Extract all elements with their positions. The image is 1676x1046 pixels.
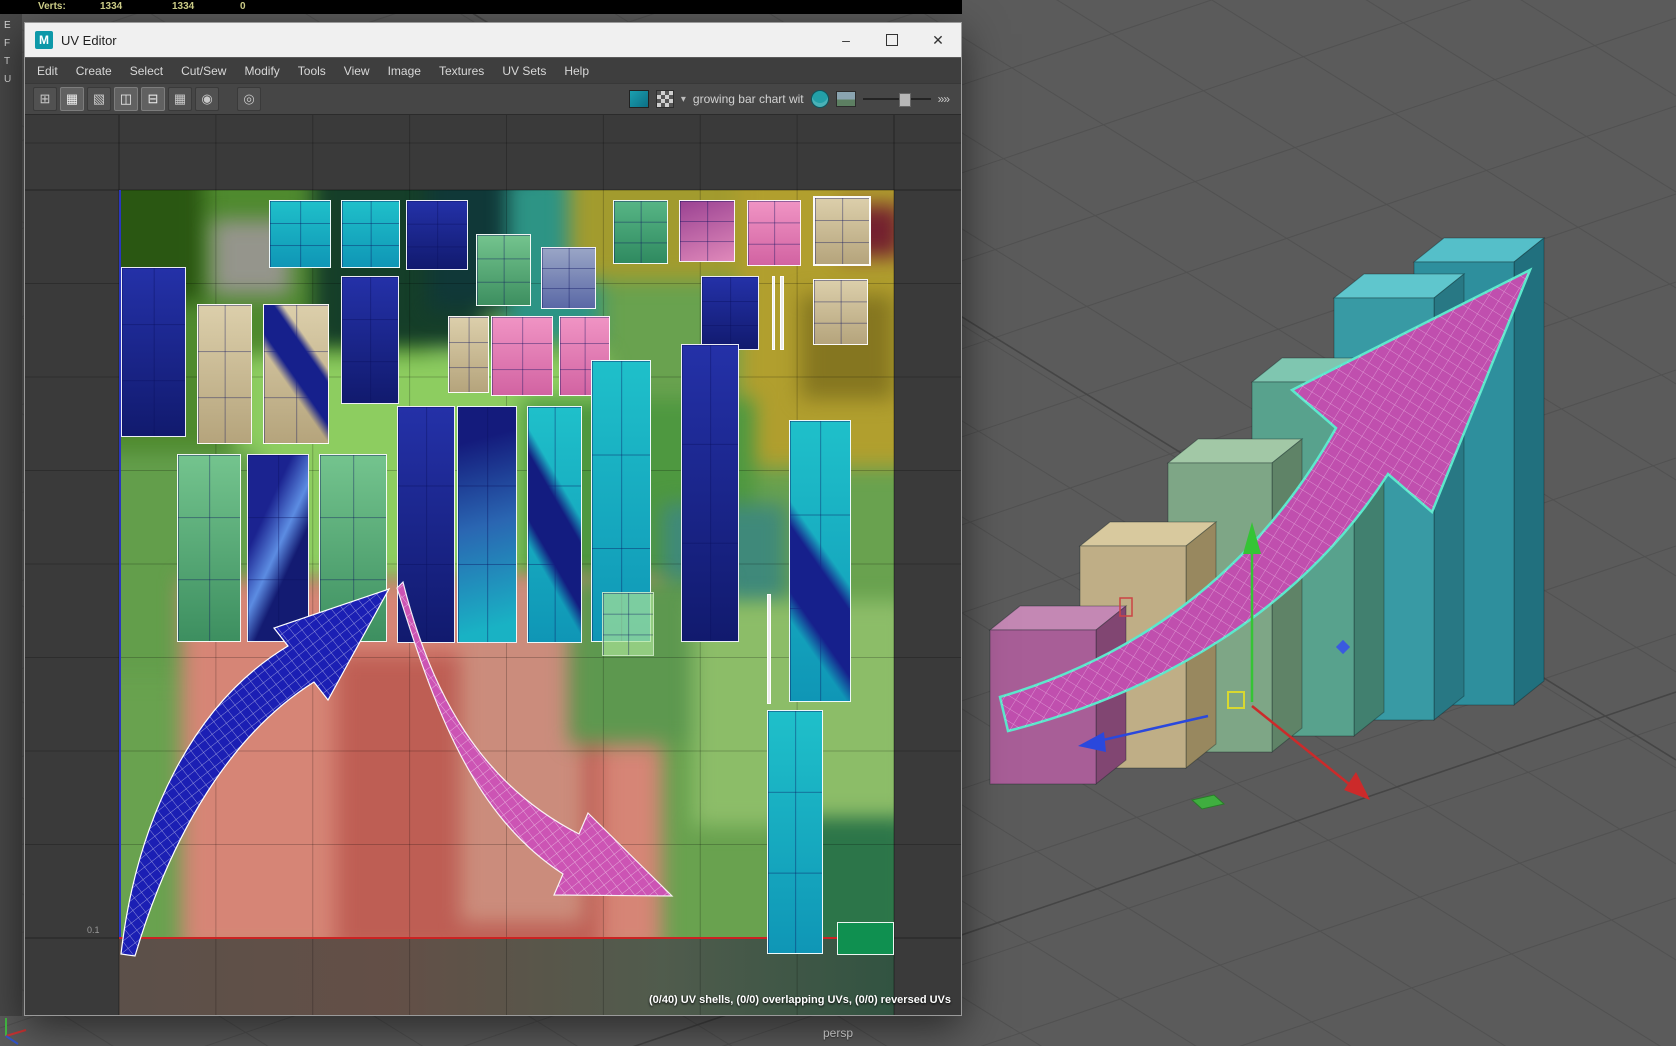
uv-arrow-shells (120, 580, 674, 957)
uv-border-icon[interactable]: ◫ (114, 87, 138, 111)
texture-thumbnail-icon[interactable] (628, 90, 649, 108)
window-titlebar[interactable]: M UV Editor – ✕ (25, 23, 961, 57)
close-icon: ✕ (932, 31, 944, 48)
menu-select[interactable]: Select (130, 64, 163, 78)
minimize-icon: – (842, 32, 850, 48)
image-display-icon[interactable] (835, 91, 856, 107)
uv-texture-view-icon[interactable]: ▦ (60, 87, 84, 111)
blue-arrow-wireframe (121, 589, 389, 956)
view-axis-indicator (5, 1018, 27, 1045)
magenta-arrow-wireframe (397, 582, 672, 896)
clipped-left-panel: EFTU (0, 14, 22, 1016)
hud-value: 1334 (172, 1, 195, 12)
maximize-button[interactable] (869, 23, 915, 57)
menu-help[interactable]: Help (564, 64, 589, 78)
view-axis-x (5, 1029, 27, 1037)
hud-value: 0 (240, 1, 246, 12)
slider-handle[interactable] (898, 93, 911, 107)
hud-verts-label: Verts: (38, 1, 66, 12)
texture-name-dropdown[interactable]: growing bar chart wit (693, 92, 804, 106)
window-title: UV Editor (61, 32, 117, 48)
uv-editor-window: M UV Editor – ✕ Edit Create Select Cut/Sew M… (24, 22, 962, 1016)
uv-distortion-icon[interactable]: ▧ (87, 87, 111, 111)
clipped-panel-text: F (4, 38, 11, 49)
dim-image-icon[interactable]: ◉ (195, 87, 219, 111)
menu-bar: Edit Create Select Cut/Sew Modify Tools View Im… (25, 57, 961, 83)
uv-canvas[interactable]: 0.1 (0/40) UV shells, (0/0) overlapping … (25, 115, 961, 1015)
grid-toggle-icon[interactable]: ⊟ (141, 87, 165, 111)
menu-modify[interactable]: Modify (244, 64, 279, 78)
toolbar-right-group: ▾ growing bar chart wit »» (628, 90, 953, 108)
globe-icon[interactable] (810, 90, 829, 108)
menu-tools[interactable]: Tools (298, 64, 326, 78)
pixel-snap-icon[interactable]: ▦ (168, 87, 192, 111)
expand-toolbar-icon[interactable]: »» (938, 92, 950, 106)
menu-textures[interactable]: Textures (439, 64, 484, 78)
bar-6-side[interactable] (1513, 236, 1545, 707)
clipped-panel-text: U (4, 74, 12, 85)
heads-up-display: Verts: 1334 1334 0 (0, 0, 962, 14)
menu-uv-sets[interactable]: UV Sets (502, 64, 546, 78)
minimize-button[interactable]: – (823, 23, 869, 57)
clipped-panel-text: E (4, 20, 11, 31)
uv-edit-grid-icon[interactable]: ⊞ (33, 87, 57, 111)
menu-cut-sew[interactable]: Cut/Sew (181, 64, 226, 78)
checker-map-icon[interactable] (655, 90, 674, 108)
camera-label: persp (822, 1026, 854, 1040)
chevron-down-icon[interactable]: ▾ (681, 94, 686, 105)
close-button[interactable]: ✕ (915, 23, 961, 57)
clipped-panel-text: T (4, 56, 11, 67)
menu-edit[interactable]: Edit (37, 64, 58, 78)
view-axis-z (5, 1035, 19, 1045)
x-axis-arrowhead[interactable] (1344, 772, 1370, 800)
uv-toolbar: ⊞ ▦ ▧ ◫ ⊟ ▦ ◉ ◎ ▾ growing bar chart wit »» (25, 83, 961, 115)
toolbar-left-group: ⊞ ▦ ▧ ◫ ⊟ ▦ ◉ (33, 87, 219, 111)
uv-snapshot-icon[interactable]: ◎ (237, 87, 261, 111)
ruler-label: 0.1 (87, 925, 100, 935)
maya-app: Verts: 1334 1334 0 EFTU persp M UV Editor … (0, 0, 1676, 1046)
exposure-slider[interactable] (862, 93, 931, 107)
uv-status-text: (0/40) UV shells, (0/0) overlapping UVs,… (648, 994, 951, 1006)
menu-view[interactable]: View (344, 64, 370, 78)
menu-create[interactable]: Create (76, 64, 112, 78)
maya-logo-icon: M (35, 31, 53, 49)
hud-value: 1334 (100, 1, 123, 12)
maximize-icon (886, 34, 898, 46)
menu-image[interactable]: Image (388, 64, 421, 78)
